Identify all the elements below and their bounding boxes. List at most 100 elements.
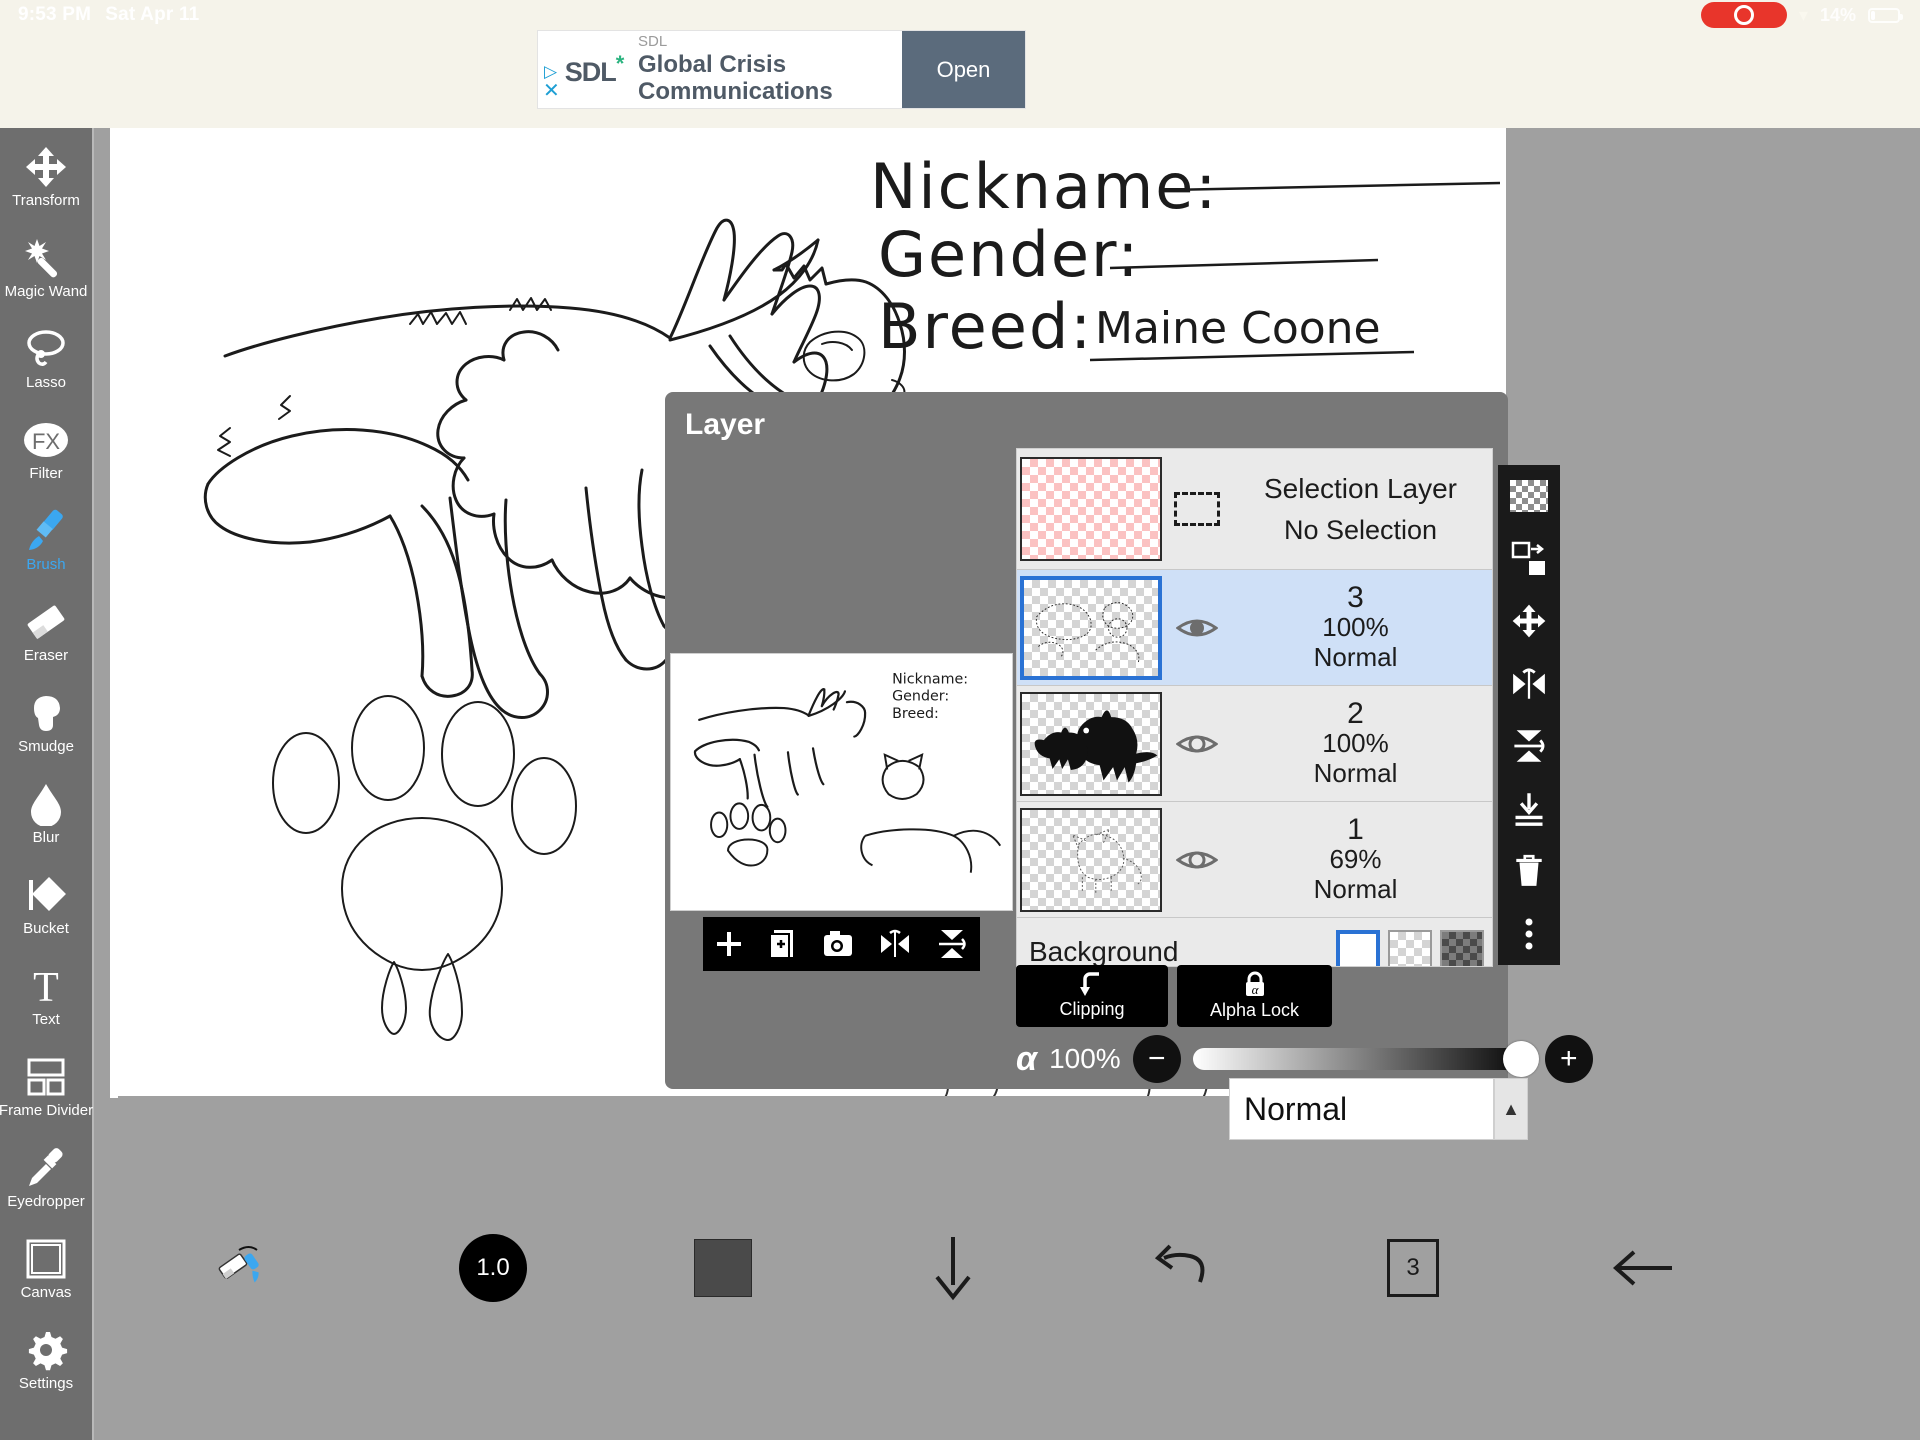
alpha-lock-icon: α <box>1245 971 1264 997</box>
tool-label: Eyedropper <box>7 1193 85 1210</box>
adchoices-triangle-icon[interactable]: ▷ <box>544 62 557 82</box>
alpha-slider-knob[interactable] <box>1502 1041 1539 1077</box>
alpha-minus-button[interactable]: − <box>1132 1035 1181 1083</box>
tool-label: Lasso <box>25 374 67 391</box>
camera-icon[interactable] <box>822 930 854 958</box>
tool-label: Canvas <box>20 1284 72 1301</box>
flip-vertical-icon[interactable] <box>1498 715 1560 778</box>
battery-percent: 14% <box>1819 4 1856 25</box>
close-icon[interactable]: ✕ <box>543 81 560 101</box>
tool-smudge[interactable]: Smudge <box>0 682 93 773</box>
battery-icon <box>1868 7 1903 23</box>
more-dots-icon[interactable] <box>1498 903 1560 966</box>
flip-vertical-icon[interactable] <box>936 928 968 960</box>
back-arrow-icon[interactable] <box>1528 1246 1758 1290</box>
layer-info: 3 100% Normal <box>1229 570 1492 685</box>
transparency-checker-icon[interactable] <box>1498 465 1560 528</box>
tool-label: Settings <box>18 1375 74 1392</box>
layer-list: Selection Layer No Selection 3 100% Norm… <box>1016 448 1493 967</box>
down-arrow-icon[interactable] <box>838 1235 1068 1301</box>
ad-title-line2: Communications <box>638 77 833 105</box>
tool-settings[interactable]: Settings <box>0 1319 93 1410</box>
brush-eraser-swap-icon[interactable] <box>118 1244 378 1292</box>
alpha-lock-button[interactable]: α Alpha Lock <box>1177 965 1332 1027</box>
smudge-finger-icon <box>24 690 68 736</box>
tool-label: Blur <box>32 829 60 846</box>
layer-thumbnail[interactable] <box>1017 802 1165 917</box>
tool-frame-divider[interactable]: Frame Divider <box>0 1046 93 1137</box>
layer-info: 2 100% Normal <box>1229 686 1492 801</box>
tool-label: Eraser <box>23 647 69 664</box>
flip-horizontal-icon[interactable] <box>879 929 911 959</box>
alpha-slider[interactable] <box>1192 1041 1539 1077</box>
canvas-preview-thumbnail[interactable]: Nickname: Gender: Breed: <box>670 653 1013 911</box>
tool-brush[interactable]: Brush <box>0 500 93 591</box>
chevron-up-icon[interactable]: ▲ <box>1494 1078 1528 1140</box>
layer-transfer-icon[interactable] <box>1498 528 1560 591</box>
layer-blend-mode: Normal <box>1313 642 1398 673</box>
tool-eyedropper[interactable]: Eyedropper <box>0 1137 93 1228</box>
dark-checker-swatch[interactable] <box>1440 929 1484 966</box>
wifi-icon: ▾ <box>1798 4 1808 25</box>
svg-text:Nickname:: Nickname: <box>892 671 968 687</box>
add-layer-plus-icon[interactable] <box>715 930 743 958</box>
alpha-symbol: α <box>1016 1039 1038 1078</box>
text-t-icon: T <box>24 963 68 1009</box>
layer-row[interactable]: 2 100% Normal <box>1017 686 1492 802</box>
layer-thumbnail[interactable] <box>1017 570 1165 685</box>
ad-banner[interactable]: ▷ ✕ SDL* SDL Global Crisis Communication… <box>537 30 1026 109</box>
tool-text[interactable]: T Text <box>0 955 93 1046</box>
bottom-toolbar: 1.0 3 <box>118 1096 1920 1440</box>
tool-label: Smudge <box>18 738 74 755</box>
tool-canvas[interactable]: Canvas <box>0 1228 93 1319</box>
layer-visibility-eye-icon[interactable] <box>1165 570 1229 685</box>
layer-row[interactable]: 1 69% Normal <box>1017 802 1492 918</box>
tool-label: Filter <box>29 465 63 482</box>
tool-filter[interactable]: FX Filter <box>0 409 93 500</box>
selection-layer-thumbnail[interactable] <box>1017 449 1165 569</box>
tool-magic-wand[interactable]: Magic Wand <box>0 227 93 318</box>
tool-lasso[interactable]: Lasso <box>0 318 93 409</box>
blend-mode-select[interactable]: Normal <box>1229 1078 1494 1140</box>
layer-row[interactable]: 3 100% Normal <box>1017 570 1492 686</box>
layer-count-button[interactable]: 3 <box>1298 1239 1528 1297</box>
layer-blend-mode: Normal <box>1313 874 1398 905</box>
current-color-swatch[interactable] <box>694 1239 752 1297</box>
selection-layer-status: No Selection <box>1283 514 1438 545</box>
ad-open-button[interactable]: Open <box>902 31 1025 108</box>
tool-bucket[interactable]: Bucket <box>0 864 93 955</box>
tool-eraser[interactable]: Eraser <box>0 591 93 682</box>
tool-blur[interactable]: Blur <box>0 773 93 864</box>
tool-label: Bucket <box>23 920 69 937</box>
alpha-plus-button[interactable]: + <box>1544 1035 1593 1083</box>
layer-thumbnail[interactable] <box>1017 686 1165 801</box>
brush-icon <box>23 508 69 554</box>
layer-visibility-eye-icon[interactable] <box>1165 686 1229 801</box>
color-swatch-button[interactable] <box>608 1239 838 1297</box>
background-row[interactable]: Background <box>1017 918 1492 966</box>
white-swatch[interactable] <box>1336 929 1380 966</box>
transparent-swatch[interactable] <box>1388 929 1432 966</box>
status-time: 9:53 PM <box>18 4 92 25</box>
status-date: Sat Apr 11 <box>105 4 200 25</box>
ad-sponsor-label: SDL <box>638 33 668 51</box>
brush-size-value[interactable]: 1.0 <box>459 1234 527 1302</box>
move-arrows-icon[interactable] <box>1498 590 1560 653</box>
tool-transform[interactable]: Transform <box>0 136 93 227</box>
layer-preview-toolbar <box>703 917 980 971</box>
layer-count-value[interactable]: 3 <box>1387 1239 1439 1297</box>
tool-label: Magic Wand <box>4 283 88 300</box>
svg-text:Nickname:: Nickname: <box>870 150 1218 223</box>
brush-size-button[interactable]: 1.0 <box>378 1234 608 1302</box>
duplicate-layer-icon[interactable] <box>768 928 798 960</box>
clipping-button[interactable]: Clipping <box>1016 965 1168 1027</box>
trash-icon[interactable] <box>1498 840 1560 903</box>
flip-horizontal-icon[interactable] <box>1498 653 1560 716</box>
selection-layer-row[interactable]: Selection Layer No Selection <box>1017 449 1492 570</box>
record-pill-icon[interactable] <box>1700 2 1787 28</box>
undo-arrow-icon[interactable] <box>1068 1244 1298 1292</box>
layer-visibility-eye-icon[interactable] <box>1165 802 1229 917</box>
canvas-right-margin <box>1506 128 1920 1098</box>
merge-down-icon[interactable] <box>1498 778 1560 841</box>
layer-info: 1 69% Normal <box>1229 802 1492 917</box>
